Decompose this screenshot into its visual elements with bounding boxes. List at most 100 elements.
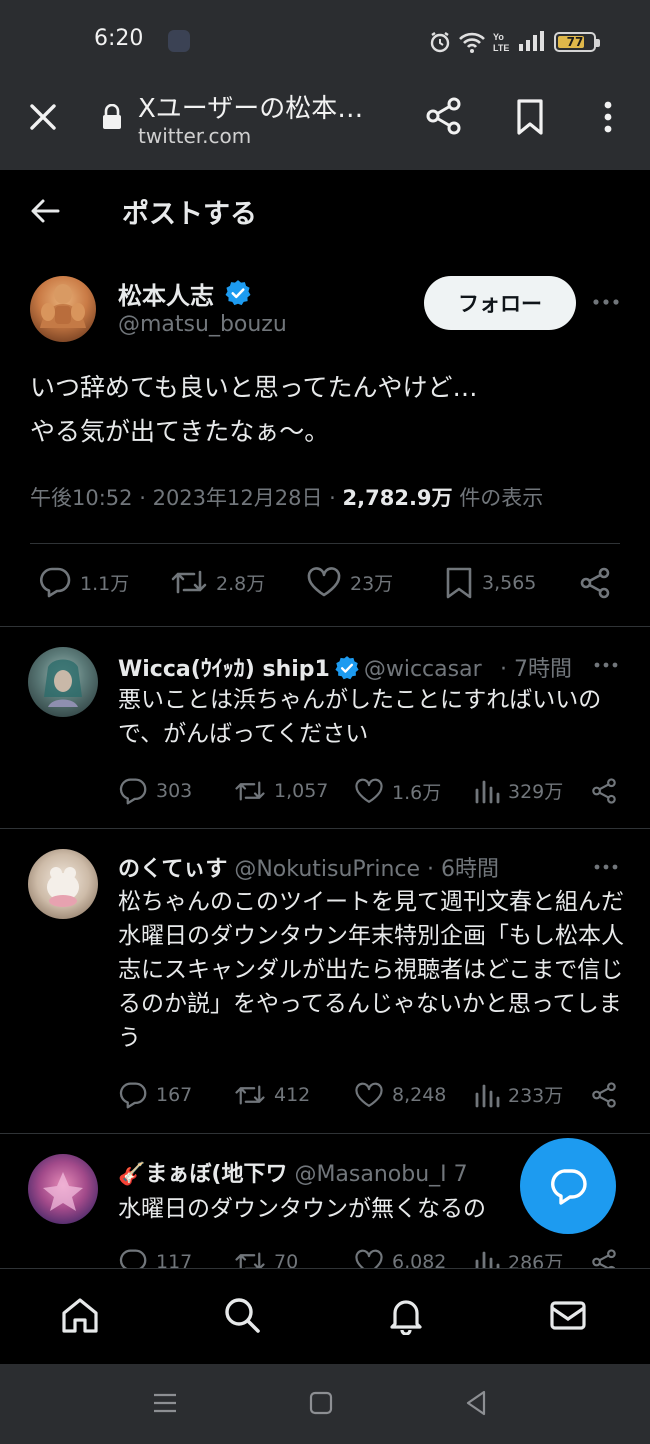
post-time[interactable]: 午後10:52 bbox=[30, 486, 133, 510]
home-icon[interactable] bbox=[60, 1295, 100, 1335]
volte-icon: Yo LTE bbox=[493, 32, 509, 53]
reply-author-handle[interactable]: @Masanobu_I bbox=[294, 1162, 446, 1187]
more-horizontal-icon[interactable] bbox=[592, 655, 620, 675]
repost-count: 70 bbox=[274, 1251, 299, 1268]
back-arrow-icon[interactable] bbox=[30, 198, 60, 224]
views-chart-icon bbox=[475, 780, 500, 803]
share-icon[interactable] bbox=[424, 96, 464, 136]
svg-text:Yo: Yo bbox=[493, 32, 504, 42]
like-action[interactable]: 23万 bbox=[306, 566, 393, 598]
reply-author-handle[interactable]: @wiccasar bbox=[364, 657, 482, 682]
back-triangle-icon[interactable] bbox=[462, 1388, 492, 1418]
reply-author-handle[interactable]: @NokutisuPrince bbox=[234, 857, 420, 882]
reply-action[interactable]: 1.1万 bbox=[38, 566, 129, 598]
post-action-bar: 1.1万 2.8万 23万 3,565 bbox=[0, 556, 650, 614]
post-view-count: 2,782.9万 bbox=[342, 486, 453, 510]
reply-avatar[interactable] bbox=[28, 647, 98, 717]
reply-item[interactable]: のくてぃす @NokutisuPrince · 6時間 松ちゃんのこのツイートを… bbox=[0, 829, 650, 1133]
view-count: 329万 bbox=[508, 781, 564, 803]
like-count: 8,248 bbox=[392, 1084, 447, 1106]
views-chart-icon bbox=[475, 1251, 500, 1268]
messages-mail-icon[interactable] bbox=[548, 1295, 588, 1335]
reply-time[interactable]: 7 bbox=[454, 1162, 468, 1187]
recent-apps-icon[interactable] bbox=[150, 1388, 180, 1418]
svg-text:LTE: LTE bbox=[493, 43, 509, 53]
post-text-line: いつ辞めても良いと思ってたんやけど… bbox=[30, 373, 478, 402]
close-icon[interactable] bbox=[26, 100, 60, 134]
like-action[interactable]: 6,082 bbox=[354, 1248, 446, 1268]
views-chart-icon bbox=[475, 1084, 500, 1107]
author-name[interactable]: 松本人志 bbox=[118, 276, 214, 311]
share-action[interactable] bbox=[578, 566, 612, 600]
search-icon[interactable] bbox=[222, 1295, 262, 1335]
like-action[interactable]: 8,248 bbox=[354, 1081, 446, 1109]
repost-action[interactable]: 2.8万 bbox=[170, 566, 265, 598]
battery-level: 77 bbox=[566, 35, 584, 49]
share-action[interactable] bbox=[590, 777, 618, 805]
repost-icon bbox=[171, 570, 207, 594]
reply-time[interactable]: 7時間 bbox=[514, 657, 572, 682]
reply-text: 悪いことは浜ちゃんがしたことにすればいいので、がんばってください bbox=[118, 687, 602, 747]
post-date[interactable]: 2023年12月28日 bbox=[153, 486, 323, 510]
status-bar: 6:20 Yo LTE 77 bbox=[0, 0, 650, 84]
reply-action[interactable]: 303 bbox=[118, 777, 192, 805]
reply-icon bbox=[119, 1082, 147, 1109]
follow-button[interactable]: フォロー bbox=[424, 276, 576, 330]
post-view-label: 件の表示 bbox=[459, 486, 544, 510]
bookmark-action[interactable]: 3,565 bbox=[444, 566, 536, 600]
reply-count: 303 bbox=[156, 780, 193, 802]
like-count: 6,082 bbox=[392, 1251, 447, 1268]
browser-url[interactable]: twitter.com bbox=[138, 124, 251, 148]
reply-action[interactable]: 167 bbox=[118, 1081, 192, 1109]
verified-badge-icon bbox=[225, 280, 251, 306]
heart-icon bbox=[355, 1249, 383, 1268]
home-square-icon[interactable] bbox=[306, 1388, 336, 1418]
reply-action-bar: 303 1,057 1.6万 329万 bbox=[118, 777, 628, 807]
notifications-bell-icon[interactable] bbox=[386, 1295, 426, 1335]
repost-icon bbox=[235, 1252, 265, 1268]
signal-icon bbox=[519, 31, 544, 51]
more-horizontal-icon[interactable] bbox=[592, 857, 620, 877]
reply-avatar[interactable] bbox=[28, 849, 98, 919]
wifi-icon bbox=[459, 32, 485, 53]
author-avatar[interactable] bbox=[30, 276, 96, 342]
bookmark-icon[interactable] bbox=[514, 98, 546, 136]
author-handle[interactable]: @matsu_bouzu bbox=[118, 312, 287, 337]
page-title: ポストする bbox=[122, 199, 257, 230]
repost-action[interactable]: 412 bbox=[234, 1081, 310, 1109]
reply-avatar[interactable] bbox=[28, 1154, 98, 1224]
post-text: いつ辞めても良いと思ってたんやけど… やる気が出てきたなぁ〜。 bbox=[30, 366, 630, 454]
reply-author-name[interactable]: 🎸まぁぼ(地下ワ bbox=[118, 1162, 287, 1187]
reply-time[interactable]: 6時間 bbox=[441, 857, 499, 882]
share-icon bbox=[592, 1082, 616, 1108]
views-action[interactable]: 286万 bbox=[474, 1248, 563, 1268]
reply-author-name[interactable]: Wicca(ｳｲｯｶ) ship1 bbox=[118, 657, 330, 682]
battery-icon: 77 bbox=[554, 32, 600, 52]
views-action[interactable]: 233万 bbox=[474, 1081, 563, 1108]
share-action[interactable] bbox=[590, 1248, 618, 1268]
reply-author-name[interactable]: のくてぃす bbox=[118, 857, 227, 882]
repost-action[interactable]: 70 bbox=[234, 1248, 298, 1268]
lock-icon bbox=[103, 104, 121, 129]
share-icon bbox=[592, 778, 616, 804]
more-vertical-icon[interactable] bbox=[598, 98, 618, 136]
reply-icon bbox=[119, 1249, 147, 1268]
compose-reply-button[interactable] bbox=[520, 1138, 616, 1234]
views-action[interactable]: 329万 bbox=[474, 777, 563, 804]
bookmark-outline-icon bbox=[446, 567, 472, 599]
repost-icon bbox=[235, 781, 265, 801]
compose-reply-icon bbox=[551, 1169, 587, 1205]
view-count: 233万 bbox=[508, 1085, 564, 1107]
share-action[interactable] bbox=[590, 1081, 618, 1109]
more-horizontal-icon[interactable] bbox=[590, 290, 622, 314]
share-icon bbox=[592, 1249, 616, 1268]
repost-action[interactable]: 1,057 bbox=[234, 777, 328, 805]
reply-item[interactable]: Wicca(ｳｲｯｶ) ship1 @wiccasar · 7時間 悪いことは浜… bbox=[0, 627, 650, 827]
bookmark-count: 3,565 bbox=[482, 572, 537, 594]
like-action[interactable]: 1.6万 bbox=[354, 777, 441, 805]
reply-action-bar: 117 70 6,082 286万 bbox=[118, 1248, 628, 1268]
reply-count: 167 bbox=[156, 1084, 193, 1106]
system-navigation-bar bbox=[0, 1364, 650, 1444]
post-meta: 午後10:52 · 2023年12月28日 · 2,782.9万 件の表示 bbox=[30, 486, 544, 510]
reply-action[interactable]: 117 bbox=[118, 1248, 192, 1268]
